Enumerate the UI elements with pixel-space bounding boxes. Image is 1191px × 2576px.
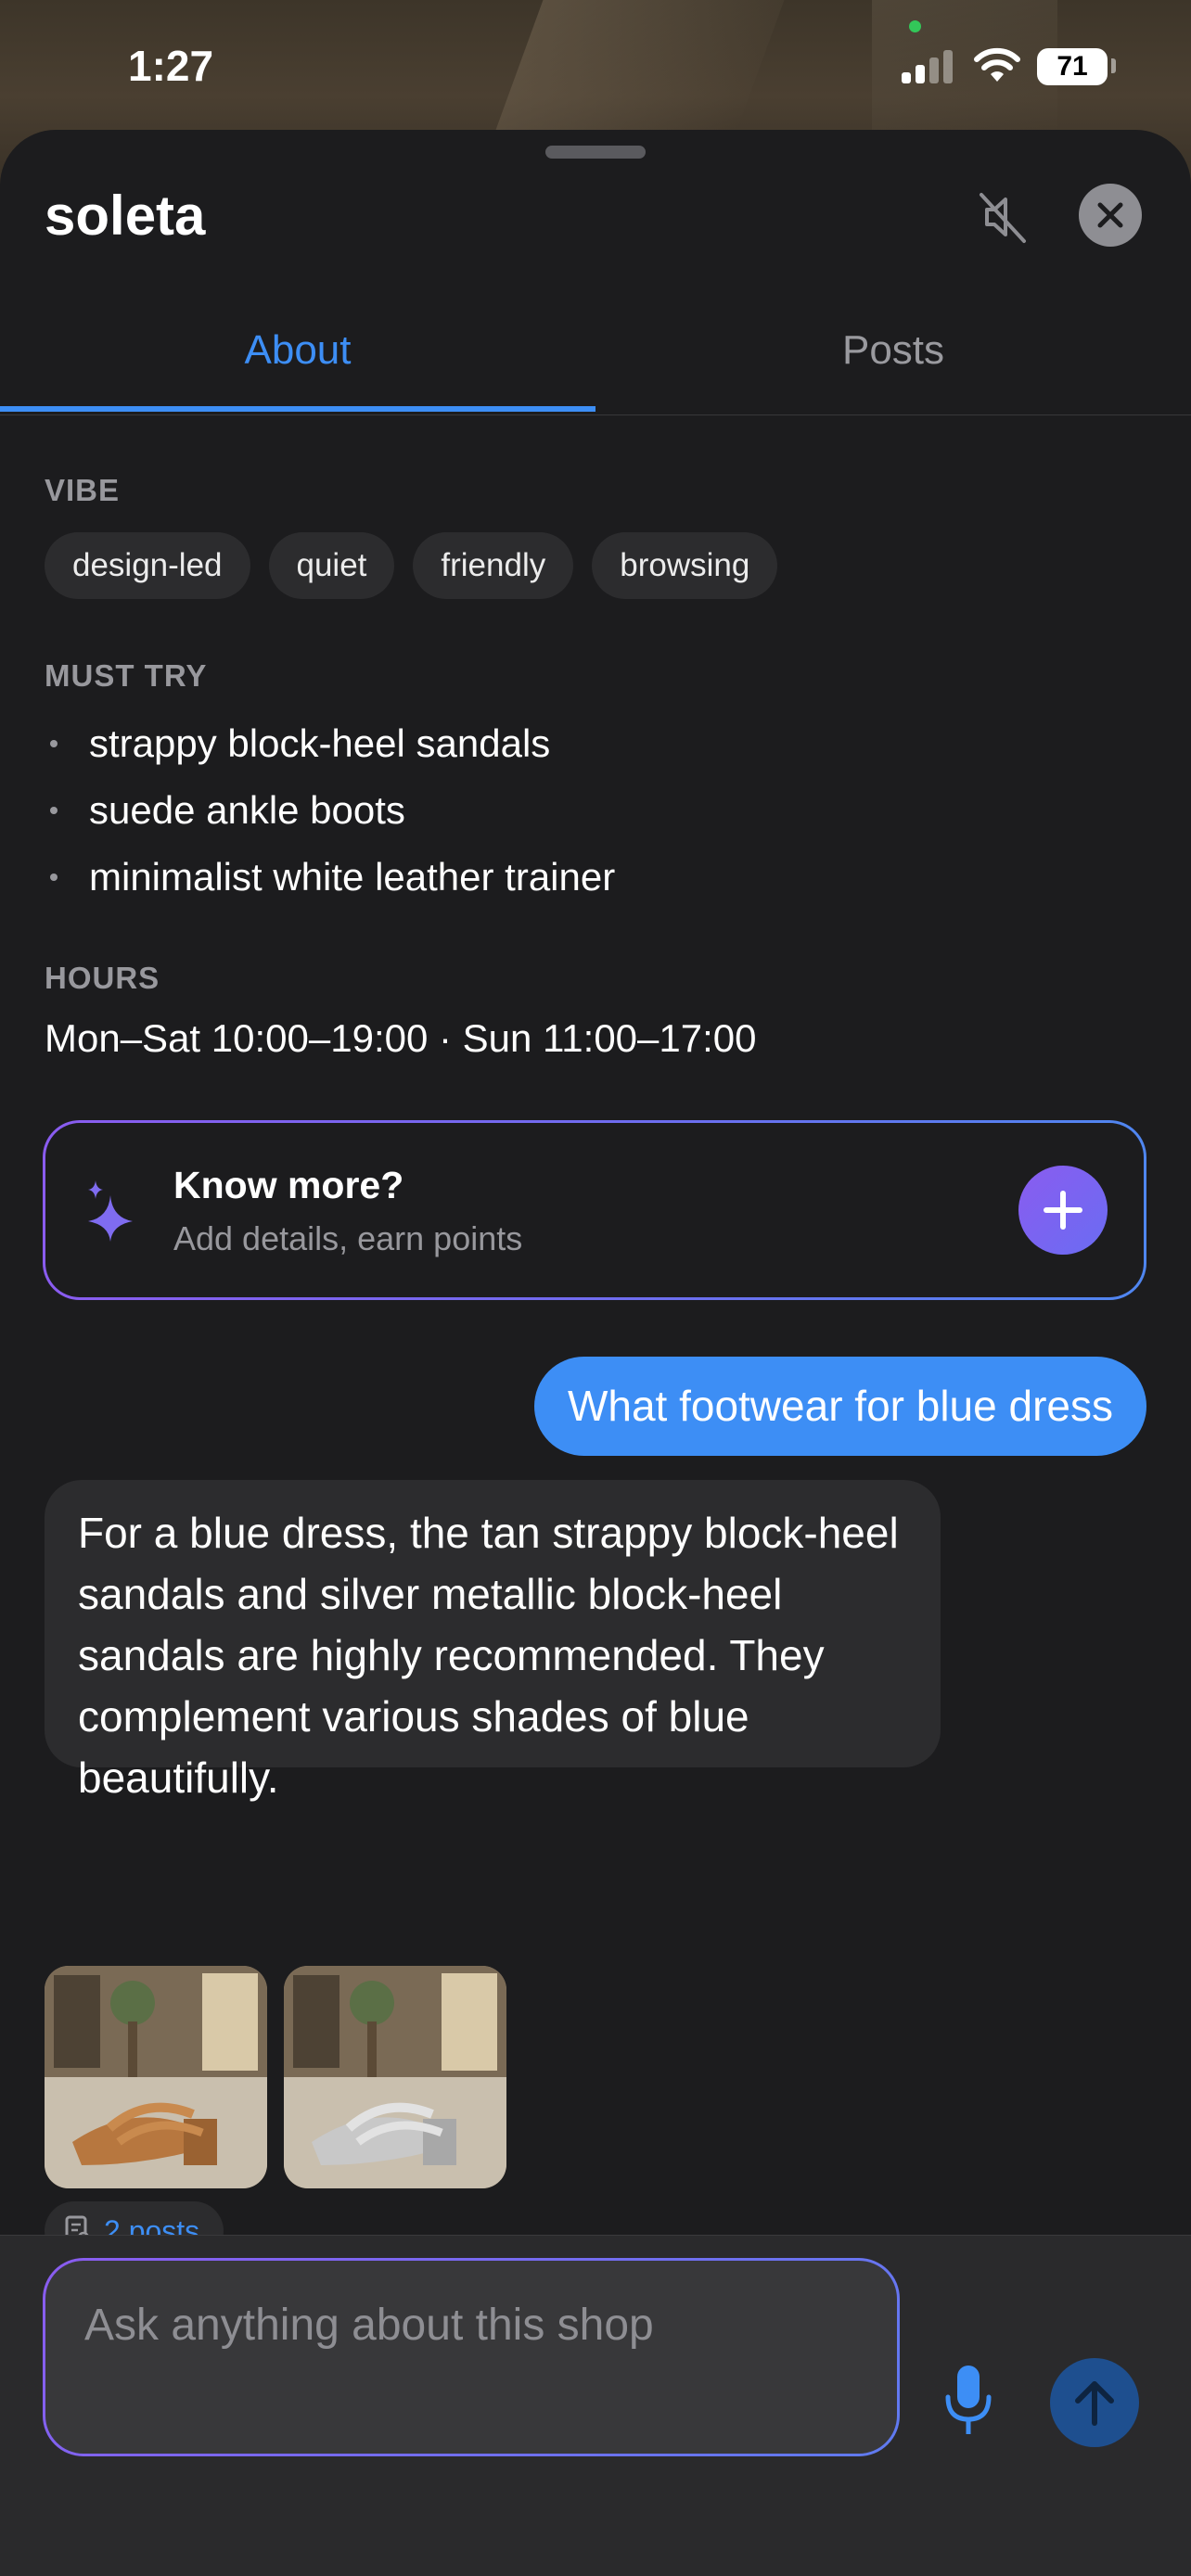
composer-bar: Ask anything about this shop xyxy=(0,2235,1191,2576)
status-bar: 1:27 71 xyxy=(0,0,1191,130)
sheet-grabber[interactable] xyxy=(545,146,646,159)
must-try-item-text: suede ankle boots xyxy=(89,788,405,832)
shop-title: soleta xyxy=(45,185,206,247)
microphone-icon[interactable] xyxy=(942,2364,994,2438)
battery-icon: 71 xyxy=(1037,48,1108,85)
know-more-title: Know more? xyxy=(173,1164,404,1206)
ask-input-placeholder[interactable]: Ask anything about this shop xyxy=(45,2261,897,2454)
must-try-item-text: minimalist white leather trainer xyxy=(89,855,616,899)
know-more-card[interactable]: Know more? Add details, earn points xyxy=(43,1120,1146,1300)
assistant-message-bubble: For a blue dress, the tan strappy block-… xyxy=(45,1480,941,1802)
hours-label: HOURS xyxy=(45,961,160,995)
know-more-subtitle: Add details, earn points xyxy=(173,1219,523,1257)
user-message-bubble: What footwear for blue dress xyxy=(533,1357,1146,1456)
tab-bar: About Posts xyxy=(0,286,1191,415)
send-button[interactable] xyxy=(1050,2358,1139,2447)
ask-input-field[interactable]: Ask anything about this shop xyxy=(43,2258,900,2456)
cellular-signal-icon xyxy=(902,50,955,83)
vibe-tags: design-led quiet friendly browsing xyxy=(45,532,778,599)
speaker-muted-icon[interactable] xyxy=(972,187,1031,247)
active-tab-indicator xyxy=(0,406,596,412)
list-item: suede ankle boots xyxy=(45,777,615,844)
tab-about[interactable]: About xyxy=(0,286,596,415)
bullet-icon xyxy=(50,874,58,881)
vibe-tag: browsing xyxy=(592,532,778,599)
sparkle-icon xyxy=(88,1180,133,1242)
camera-indicator-dot xyxy=(909,20,921,32)
add-details-button[interactable] xyxy=(1018,1166,1108,1255)
battery-nub xyxy=(1111,58,1116,73)
vibe-label: VIBE xyxy=(45,473,121,507)
plus-icon xyxy=(1044,1191,1082,1230)
wifi-icon xyxy=(974,47,1020,82)
list-item: strappy block-heel sandals xyxy=(45,710,615,777)
vibe-tag: friendly xyxy=(413,532,574,599)
close-button[interactable] xyxy=(1079,184,1142,247)
shop-sheet: soleta About Posts VIBE design-led quiet… xyxy=(0,130,1191,2576)
bullet-icon xyxy=(50,740,58,747)
close-icon xyxy=(1097,202,1123,228)
arrow-up-icon xyxy=(1075,2381,1114,2426)
must-try-item-text: strappy block-heel sandals xyxy=(89,721,551,765)
list-item: minimalist white leather trainer xyxy=(45,844,615,911)
silver-sandals-photo[interactable] xyxy=(284,1966,506,2188)
hours-text: Mon–Sat 10:00–19:00 · Sun 11:00–17:00 xyxy=(45,1016,757,1060)
must-try-list: strappy block-heel sandals suede ankle b… xyxy=(45,710,615,911)
must-try-label: MUST TRY xyxy=(45,658,208,693)
bullet-icon xyxy=(50,807,58,814)
status-time: 1:27 xyxy=(128,42,214,90)
tan-sandals-photo[interactable] xyxy=(45,1966,267,2188)
vibe-tag: quiet xyxy=(268,532,395,599)
tab-posts[interactable]: Posts xyxy=(596,286,1191,415)
vibe-tag: design-led xyxy=(45,532,250,599)
